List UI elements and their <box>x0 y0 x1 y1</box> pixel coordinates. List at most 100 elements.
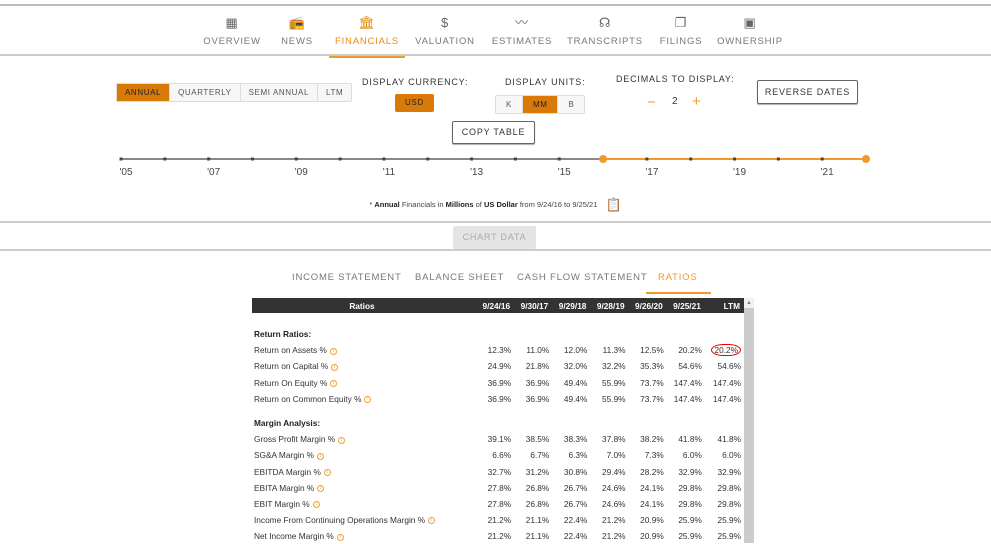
value: 49.4% <box>563 393 588 404</box>
reverse-dates-button[interactable]: REVERSE DATES <box>757 80 858 104</box>
units-b-button[interactable]: B <box>558 96 584 113</box>
tab-ratios[interactable]: RATIOS <box>645 272 713 294</box>
info-icon[interactable]: i <box>338 436 346 444</box>
table-row: Income From Continuing Operations Margin… <box>252 512 744 528</box>
period-annual-button[interactable]: ANNUAL <box>117 84 171 101</box>
value: 26.8% <box>525 482 550 493</box>
info-icon[interactable]: i <box>330 379 338 387</box>
nav-valuation[interactable]: $ VALUATION <box>415 14 475 56</box>
range-start-handle[interactable] <box>599 155 608 163</box>
cell-value: 54.6% <box>667 358 705 374</box>
column-header[interactable]: 9/29/18 <box>552 298 591 313</box>
timeline-tick <box>207 157 211 161</box>
value: 28.2% <box>640 466 664 477</box>
chart-data-button[interactable]: CHART DATA <box>453 226 536 249</box>
speaker-icon: ☊ <box>598 15 612 30</box>
value: 147.4% <box>712 377 741 388</box>
column-header[interactable]: 9/26/20 <box>628 298 667 313</box>
value: 32.9% <box>717 466 741 477</box>
decimals-label: DECIMALS TO DISPLAY: <box>616 74 735 84</box>
info-icon[interactable]: i <box>428 517 436 525</box>
nav-ownership[interactable]: ▣ OWNERSHIP <box>717 14 783 56</box>
period-quarterly-button[interactable]: QUARTERLY <box>170 84 241 101</box>
cell-value: 11.0% <box>514 342 552 358</box>
dollar-icon: $ <box>440 15 450 30</box>
table-row: SG&A Margin % i 6.6% 6.7% 6.3% 7.0% 7.3% 6.0% 6.… <box>252 447 744 463</box>
column-header[interactable]: LTM <box>704 298 744 313</box>
main-nav: ▦ OVERVIEW 📻 NEWS 🏛 FINANCIALS $ VALUATION 〰 ESTI… <box>0 14 991 58</box>
info-icon[interactable]: i <box>329 347 337 355</box>
row-label: Return On Equity % i <box>252 375 476 391</box>
value: 20.2% <box>678 345 702 356</box>
period-ltm-button[interactable]: LTM <box>318 84 351 101</box>
value: 21.8% <box>525 361 550 372</box>
value: 6.3% <box>568 450 588 461</box>
note-text: of <box>473 199 484 209</box>
info-icon[interactable]: i <box>323 468 331 476</box>
nav-overview[interactable]: ▦ OVERVIEW <box>203 14 260 56</box>
value: 12.3% <box>487 345 512 356</box>
column-header[interactable]: 9/25/21 <box>666 298 705 313</box>
nav-filings[interactable]: ❐ FILINGS <box>660 14 703 56</box>
nav-transcripts[interactable]: ☊ TRANSCRIPTS <box>567 14 643 56</box>
value: 6.6% <box>492 450 512 461</box>
scroll-up-icon[interactable]: ▲ <box>744 298 754 308</box>
units-mm-button[interactable]: MM <box>522 96 559 113</box>
cell-value: 26.7% <box>552 496 590 512</box>
info-icon[interactable]: i <box>316 452 324 460</box>
cell-value: 147.4% <box>705 391 744 407</box>
column-header[interactable]: 9/30/17 <box>514 298 553 313</box>
nav-estimates[interactable]: 〰 ESTIMATES <box>492 14 552 56</box>
timeline-tick <box>733 157 737 161</box>
nav-news[interactable]: 📻 NEWS <box>281 14 313 56</box>
row-label-text: Income From Continuing Operations Margin… <box>254 515 426 526</box>
tab-cash-flow-statement[interactable]: CASH FLOW STATEMENT <box>517 272 647 283</box>
timeline-label: '11 <box>383 167 396 178</box>
info-icon[interactable]: i <box>331 363 339 371</box>
nav-label: NEWS <box>281 36 313 47</box>
trend-line-icon: 〰 <box>515 15 529 30</box>
value: 6.7% <box>530 450 550 461</box>
decimals-decrement-button[interactable]: − <box>647 94 657 111</box>
cell-value: 29.8% <box>705 480 744 496</box>
row-label: EBITA Margin % i <box>252 480 476 496</box>
value: 39.1% <box>487 434 512 445</box>
info-icon[interactable]: i <box>317 485 325 493</box>
cell-value: 21.2% <box>590 528 628 544</box>
info-icon[interactable]: i <box>364 396 372 404</box>
decimals-value: 2 <box>672 96 679 107</box>
value: 38.5% <box>525 434 550 445</box>
radio-icon: 📻 <box>288 15 306 30</box>
decimals-increment-button[interactable]: + <box>692 93 702 110</box>
tab-income-statement[interactable]: INCOME STATEMENT <box>292 272 402 283</box>
units-k-button[interactable]: K <box>496 96 523 113</box>
cell-value: 27.8% <box>476 496 514 512</box>
value: 32.0% <box>563 361 588 372</box>
value: 32.9% <box>678 466 702 477</box>
value: 24.9% <box>487 361 512 372</box>
copy-table-button[interactable]: COPY TABLE <box>452 121 535 144</box>
documents-icon: ❐ <box>674 15 688 30</box>
timeline-tick <box>250 157 254 161</box>
info-icon[interactable]: i <box>312 501 320 509</box>
note-text: Financials in <box>399 199 446 209</box>
cell-value: 6.7% <box>514 447 552 463</box>
date-range-slider[interactable]: '05 '07 '09 '11 '13 '15 '17 '19 '21 <box>0 150 991 180</box>
clipboard-icon[interactable]: 📋 <box>605 197 621 212</box>
value: 49.4% <box>563 377 588 388</box>
column-header[interactable]: Ratios <box>252 298 476 313</box>
column-header[interactable]: 9/24/16 <box>476 298 515 313</box>
value: 73.7% <box>640 377 664 388</box>
period-semi-annual-button[interactable]: SEMI ANNUAL <box>241 84 319 101</box>
nav-financials[interactable]: 🏛 FINANCIALS <box>329 14 405 58</box>
value: 24.1% <box>640 482 664 493</box>
info-icon[interactable]: i <box>336 533 344 541</box>
value: 29.8% <box>678 498 702 509</box>
table-scrollbar[interactable]: ▲ <box>744 298 754 543</box>
tab-balance-sheet[interactable]: BALANCE SHEET <box>415 272 504 283</box>
range-end-handle[interactable] <box>862 155 870 163</box>
column-header[interactable]: 9/28/19 <box>590 298 629 313</box>
value: 25.9% <box>717 531 741 542</box>
currency-usd-button[interactable]: USD <box>395 94 434 112</box>
value: 37.8% <box>602 434 626 445</box>
